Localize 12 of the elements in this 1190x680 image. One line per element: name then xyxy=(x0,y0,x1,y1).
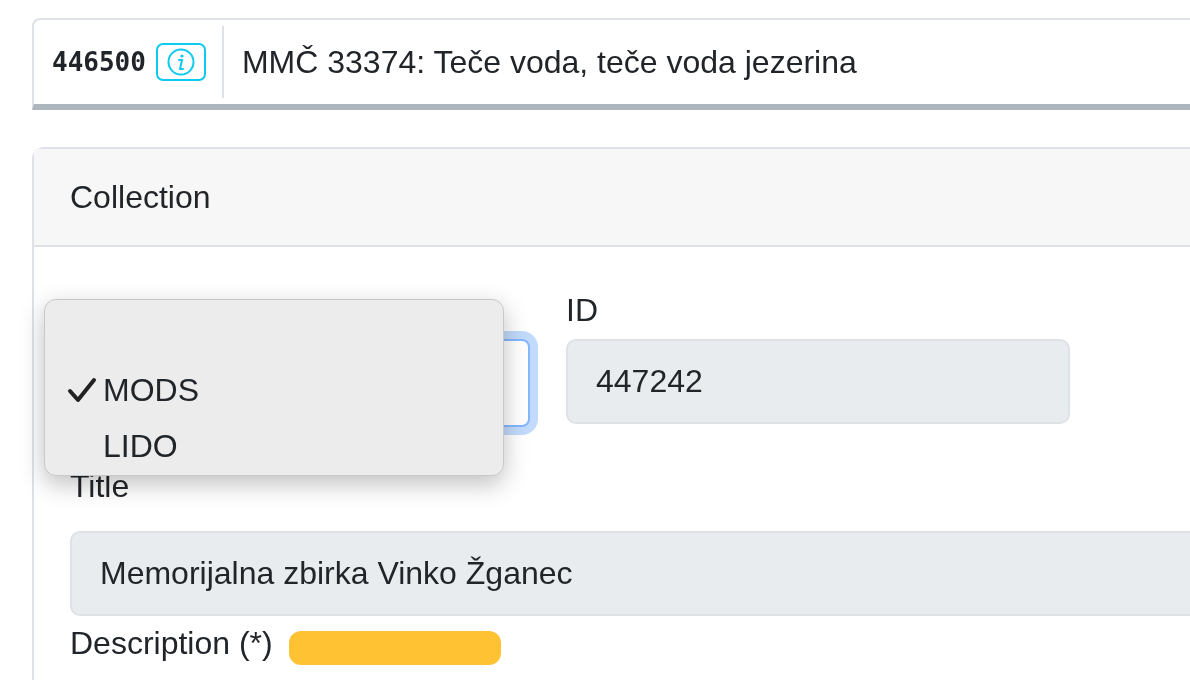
field-label: Description (*) xyxy=(70,624,273,662)
menu-option[interactable]: MODS xyxy=(45,362,503,418)
info-button[interactable] xyxy=(155,43,206,81)
info-icon xyxy=(166,48,195,76)
checkmark-icon xyxy=(67,377,97,403)
record-title: MMČ 33374: Teče voda, teče voda jezerina xyxy=(240,43,857,81)
card-title: Collection xyxy=(34,149,1190,247)
record-id: 446500 xyxy=(51,47,146,77)
field-label: ID xyxy=(566,291,599,329)
menu-option[interactable]: LIDO xyxy=(45,418,503,474)
title-field[interactable]: Memorijalna zbirka Vinko Žganec xyxy=(70,531,1190,616)
id-field[interactable]: 447242 xyxy=(566,339,1070,424)
